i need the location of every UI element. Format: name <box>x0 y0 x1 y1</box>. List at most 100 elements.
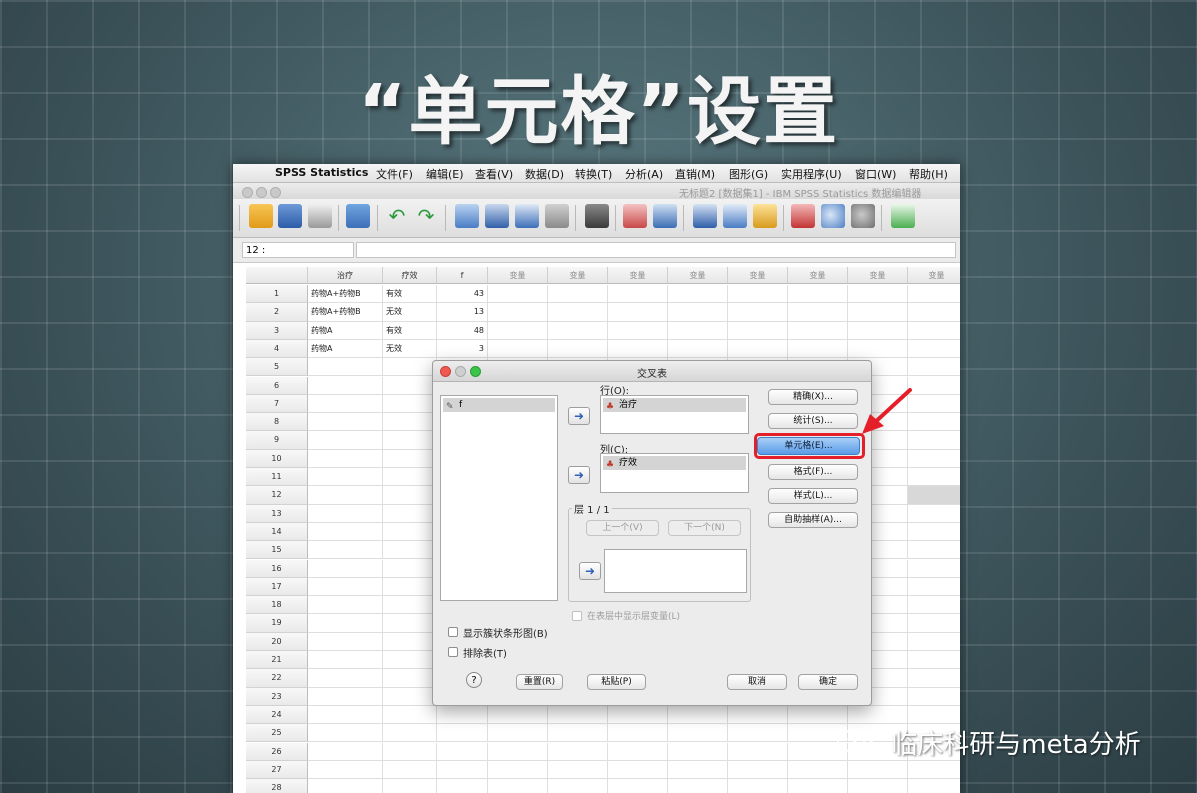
column-header[interactable]: 变量 <box>548 267 608 284</box>
format-button[interactable]: 格式(F)... <box>768 464 858 480</box>
grid-cell[interactable] <box>488 303 548 322</box>
grid-cell[interactable] <box>788 705 848 725</box>
row-number[interactable]: 16 <box>246 559 308 578</box>
style-button[interactable]: 样式(L)... <box>768 488 858 504</box>
grid-cell[interactable] <box>728 285 788 304</box>
menu-data[interactable]: 数据(D) <box>525 166 564 182</box>
grid-cell[interactable] <box>608 339 668 359</box>
grid-cell[interactable] <box>908 578 960 597</box>
grid-cell[interactable] <box>383 669 437 688</box>
row-number[interactable]: 9 <box>246 431 308 450</box>
cancel-button[interactable]: 取消 <box>727 674 787 690</box>
menu-graphs[interactable]: 图形(G) <box>729 166 768 182</box>
row-number[interactable]: 7 <box>246 394 308 414</box>
grid-cell[interactable]: 药物A <box>308 321 383 340</box>
grid-cell[interactable] <box>908 633 960 651</box>
grid-cell[interactable]: 48 <box>437 321 488 340</box>
menu-utilities[interactable]: 实用程序(U) <box>781 166 842 182</box>
use-sets-icon[interactable] <box>821 204 845 228</box>
grid-cell[interactable] <box>308 376 383 395</box>
row-number[interactable]: 15 <box>246 541 308 560</box>
grid-cell[interactable] <box>383 468 437 487</box>
grid-cell[interactable] <box>383 724 437 743</box>
grid-cell[interactable] <box>908 523 960 542</box>
column-header[interactable]: 变量 <box>728 267 788 284</box>
grid-cell[interactable] <box>788 760 848 780</box>
layer-list[interactable] <box>604 549 747 593</box>
grid-cell[interactable] <box>668 779 728 793</box>
grid-cell[interactable] <box>908 468 960 487</box>
grid-cell[interactable] <box>668 285 728 304</box>
value-labels-icon[interactable] <box>791 204 815 228</box>
grid-cell[interactable] <box>728 321 788 340</box>
grid-cell[interactable] <box>728 303 788 322</box>
grid-cell[interactable] <box>308 779 383 793</box>
grid-cell[interactable] <box>308 358 383 377</box>
grid-cell[interactable] <box>308 596 383 615</box>
grid-cell[interactable] <box>488 321 548 340</box>
column-header[interactable]: 变量 <box>668 267 728 284</box>
grid-cell[interactable] <box>608 742 668 761</box>
menu-edit[interactable]: 编辑(E) <box>426 166 464 182</box>
grid-cell[interactable] <box>848 321 908 340</box>
grid-cell[interactable] <box>728 339 788 359</box>
grid-cell[interactable] <box>308 522 383 542</box>
grid-cell[interactable] <box>437 742 488 761</box>
grid-cell[interactable] <box>728 705 788 725</box>
minimize-light-icon[interactable] <box>256 187 267 198</box>
grid-cell[interactable] <box>437 760 488 780</box>
row-number[interactable]: 14 <box>246 522 308 542</box>
grid-cell[interactable] <box>788 303 848 322</box>
row-number[interactable]: 18 <box>246 596 308 615</box>
grid-cell[interactable] <box>608 760 668 780</box>
grid-cell[interactable]: 43 <box>437 285 488 304</box>
grid-cell[interactable]: 13 <box>437 303 488 322</box>
grid-cell[interactable] <box>383 449 437 468</box>
menu-help[interactable]: 帮助(H) <box>909 166 948 182</box>
grid-cell[interactable] <box>383 596 437 615</box>
grid-cell[interactable] <box>308 559 383 578</box>
grid-cell[interactable] <box>488 339 548 359</box>
grid-cell[interactable] <box>383 504 437 523</box>
undo-icon[interactable]: ↶ <box>386 204 408 228</box>
menu-view[interactable]: 查看(V) <box>475 166 513 182</box>
grid-cell[interactable] <box>908 761 960 780</box>
menu-transform[interactable]: 转换(T) <box>575 166 612 182</box>
grid-cell[interactable] <box>308 705 383 725</box>
grid-cell[interactable] <box>383 779 437 793</box>
grid-cell[interactable] <box>437 705 488 725</box>
grid-cell[interactable] <box>308 486 383 505</box>
variables-icon[interactable] <box>515 204 539 228</box>
menu-direct-marketing[interactable]: 直销(M) <box>675 166 715 182</box>
grid-cell[interactable] <box>308 504 383 523</box>
row-number[interactable]: 4 <box>246 339 308 359</box>
grid-cell[interactable] <box>668 705 728 725</box>
open-folder-icon[interactable] <box>249 204 273 228</box>
grid-cell[interactable] <box>308 431 383 450</box>
columns-item-effect[interactable]: ♣ 疗效 <box>603 456 746 470</box>
grid-cell[interactable] <box>788 779 848 793</box>
row-number[interactable]: 20 <box>246 632 308 651</box>
grid-cell[interactable] <box>908 560 960 578</box>
row-number[interactable]: 24 <box>246 705 308 725</box>
grid-cell[interactable]: 有效 <box>383 285 437 304</box>
grid-cell[interactable] <box>848 705 908 725</box>
row-number[interactable]: 3 <box>246 321 308 340</box>
source-variable-list[interactable]: ✎ f <box>440 395 558 601</box>
column-header[interactable]: 疗效 <box>383 267 437 284</box>
grid-cell[interactable] <box>383 431 437 450</box>
grid-cell[interactable] <box>608 303 668 322</box>
row-number[interactable]: 26 <box>246 742 308 761</box>
grid-cell[interactable] <box>848 303 908 322</box>
grid-cell[interactable] <box>668 339 728 359</box>
next-layer-button[interactable]: 下一个(N) <box>668 520 741 536</box>
grid-cell[interactable] <box>908 340 960 359</box>
grid-cell[interactable] <box>383 376 437 395</box>
split-icon[interactable] <box>545 204 569 228</box>
grid-cell[interactable] <box>908 614 960 633</box>
grid-cell[interactable] <box>908 303 960 322</box>
grid-cell[interactable] <box>548 303 608 322</box>
column-header[interactable]: f <box>437 267 488 284</box>
grid-cell[interactable] <box>908 358 960 377</box>
grid-cell[interactable] <box>383 559 437 578</box>
